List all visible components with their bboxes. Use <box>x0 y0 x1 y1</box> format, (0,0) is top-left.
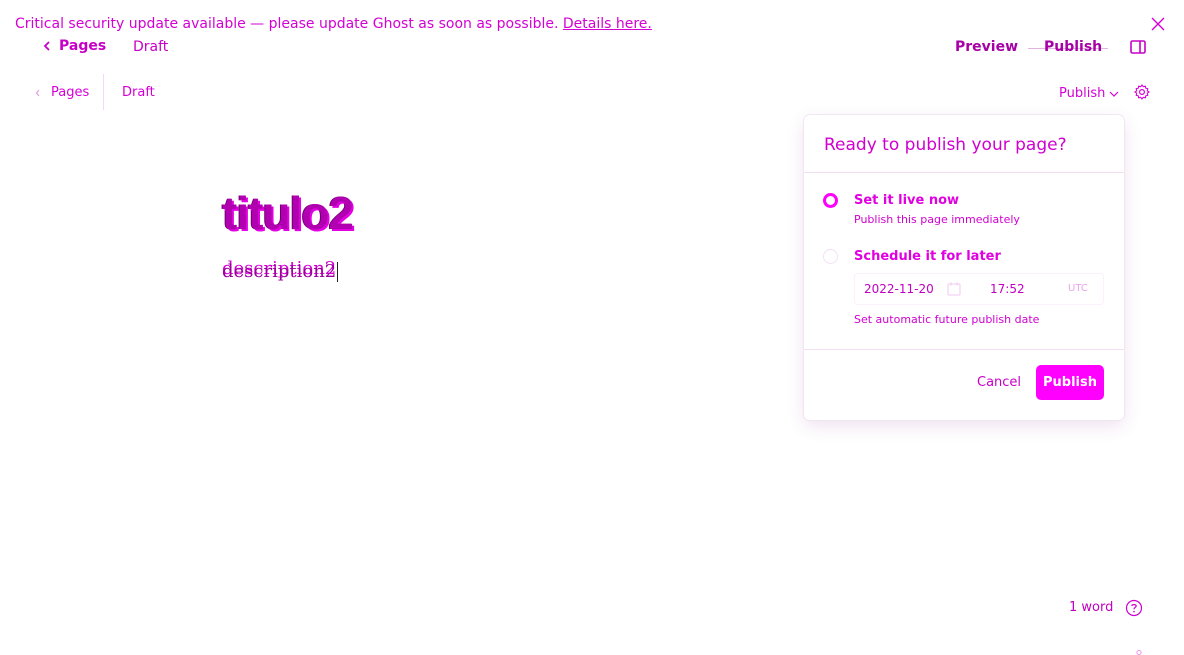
cancel-button[interactable]: Cancel <box>977 375 1021 390</box>
publish-menu-title: Ready to publish your page? <box>824 135 1067 155</box>
help-icon[interactable] <box>1125 599 1143 617</box>
publish-menu: Ready to publish your page? Set it live … <box>804 115 1124 420</box>
nav-divider <box>103 74 104 110</box>
sidebar-toggle-icon[interactable] <box>1130 40 1146 54</box>
schedule-timezone: UTC <box>1068 283 1088 294</box>
schedule-radio[interactable] <box>823 249 838 264</box>
schedule-description: Set automatic future publish date <box>854 313 1040 326</box>
preview-button[interactable]: Preview <box>955 39 1018 55</box>
publish-now-radio[interactable] <box>823 193 838 208</box>
post-body-text: description2 <box>222 261 337 282</box>
close-icon[interactable] <box>1150 16 1166 32</box>
publish-now-label[interactable]: Set it live now <box>854 193 959 208</box>
back-to-pages-link[interactable]: Pages <box>43 38 106 54</box>
schedule-datetime-picker: 2022-11-20 17:52 UTC <box>854 273 1104 305</box>
back-to-pages-link-secondary[interactable]: Pages <box>35 85 89 100</box>
post-title[interactable]: titulo2 <box>222 186 354 240</box>
security-update-banner: Critical security update available — ple… <box>15 16 652 32</box>
publish-dropdown-label: Publish <box>1059 86 1106 101</box>
schedule-date-input[interactable]: 2022-11-20 <box>864 282 934 296</box>
divider <box>804 172 1124 173</box>
confirm-publish-button[interactable]: Publish <box>1036 365 1104 400</box>
publish-button[interactable]: Publish <box>1044 39 1102 55</box>
chevron-down-icon <box>1109 91 1119 97</box>
help-icon[interactable] <box>1132 650 1146 655</box>
banner-message: Critical security update available — ple… <box>15 16 559 32</box>
publish-dropdown-trigger[interactable]: Publish <box>1059 86 1119 101</box>
back-label: Pages <box>59 38 107 54</box>
editor-page: Critical security update available — ple… <box>0 0 1184 655</box>
banner-details-link[interactable]: Details here. <box>563 16 652 32</box>
calendar-icon[interactable] <box>947 282 961 296</box>
word-count: 1 word <box>1069 600 1114 615</box>
gear-icon[interactable] <box>1133 83 1151 101</box>
schedule-time-input[interactable]: 17:52 <box>990 282 1025 296</box>
text-caret <box>337 261 339 282</box>
chevron-left-icon <box>43 41 50 51</box>
divider <box>804 349 1124 350</box>
back-label-secondary: Pages <box>51 85 90 100</box>
chevron-left-icon <box>35 89 40 96</box>
schedule-label[interactable]: Schedule it for later <box>854 249 1001 264</box>
post-body[interactable]: description2 <box>222 261 339 282</box>
publish-now-description: Publish this page immediately <box>854 213 1020 226</box>
post-status: Draft <box>133 39 169 55</box>
post-status-secondary: Draft <box>122 85 155 100</box>
